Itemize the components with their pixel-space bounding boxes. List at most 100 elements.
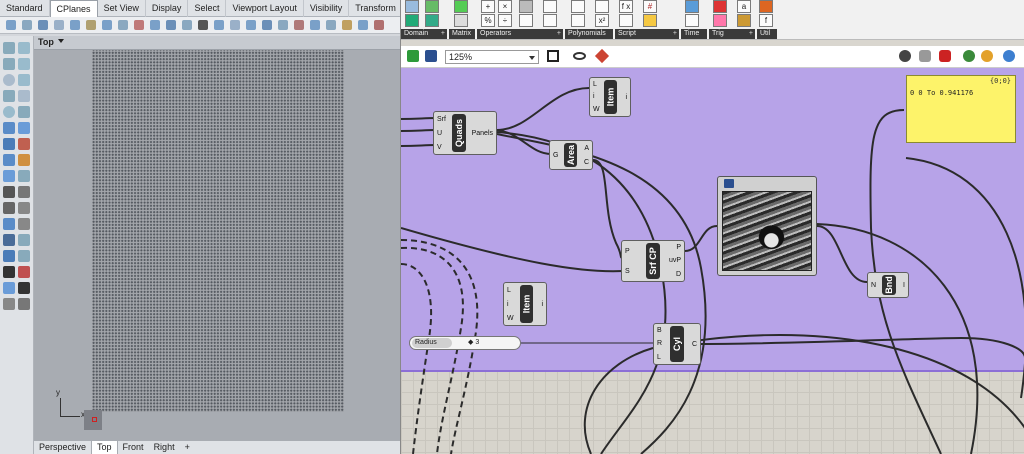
expand-icon[interactable]: + bbox=[441, 29, 445, 39]
tab-transform[interactable]: Transform bbox=[349, 0, 403, 17]
domain-component-icon[interactable] bbox=[425, 0, 439, 13]
operator-icon[interactable] bbox=[519, 14, 533, 27]
cplane-icon[interactable] bbox=[326, 20, 336, 30]
curve-icon[interactable] bbox=[3, 58, 15, 70]
output-centroid[interactable]: C bbox=[584, 159, 589, 166]
cplane-icon[interactable] bbox=[358, 20, 368, 30]
input-v[interactable]: V bbox=[437, 144, 446, 151]
expression-icon[interactable]: f x bbox=[619, 0, 633, 13]
cplane-icon[interactable] bbox=[294, 20, 304, 30]
output-item[interactable]: i bbox=[625, 94, 627, 101]
tab-set-view[interactable]: Set View bbox=[98, 0, 146, 17]
input-geometry[interactable]: G bbox=[553, 152, 558, 159]
bounds-component[interactable]: N Bnd I bbox=[867, 272, 909, 298]
cplane-icon[interactable] bbox=[310, 20, 320, 30]
output-item[interactable]: i bbox=[541, 301, 543, 308]
matrix-component-icon[interactable] bbox=[454, 0, 468, 13]
tab-display[interactable]: Display bbox=[146, 0, 189, 17]
polynomial-icon[interactable] bbox=[571, 14, 585, 27]
boolean-icon[interactable] bbox=[18, 154, 30, 166]
domain-component-icon[interactable] bbox=[405, 0, 419, 13]
grasshopper-canvas[interactable]: Srf U V Quads Panels LiW Item i G Area AC … bbox=[401, 68, 1024, 454]
cplane-icon[interactable] bbox=[86, 20, 96, 30]
input-wrap[interactable]: W bbox=[593, 106, 600, 113]
square-icon[interactable]: x² bbox=[595, 14, 609, 27]
polygon-icon[interactable] bbox=[3, 90, 15, 102]
tab-visibility[interactable]: Visibility bbox=[304, 0, 350, 17]
input-u[interactable]: U bbox=[437, 130, 446, 137]
save-icon[interactable] bbox=[724, 179, 734, 188]
analyze-icon[interactable] bbox=[3, 282, 15, 294]
addition-icon[interactable]: + bbox=[481, 0, 495, 13]
viewport-tab-right[interactable]: Right bbox=[149, 441, 180, 454]
operator-icon[interactable] bbox=[519, 0, 533, 13]
grid-icon[interactable] bbox=[3, 266, 15, 278]
preview-shaded-icon[interactable] bbox=[899, 50, 911, 62]
input-length[interactable]: L bbox=[657, 354, 662, 361]
input-index[interactable]: i bbox=[593, 93, 600, 100]
operator-icon[interactable] bbox=[543, 0, 557, 13]
viewport-title[interactable]: Top bbox=[38, 37, 54, 47]
check-icon[interactable] bbox=[18, 282, 30, 294]
offset-icon[interactable] bbox=[18, 202, 30, 214]
mesh-icon[interactable] bbox=[3, 170, 15, 182]
arc-icon[interactable] bbox=[18, 74, 30, 86]
alpha-icon[interactable]: a bbox=[737, 0, 751, 13]
input-list[interactable]: L bbox=[507, 287, 514, 294]
dimension-icon[interactable] bbox=[3, 218, 15, 230]
tab-select[interactable]: Select bbox=[188, 0, 227, 17]
output-cylinder[interactable]: C bbox=[692, 341, 697, 348]
rectangle-icon[interactable] bbox=[18, 90, 30, 102]
input-base[interactable]: B bbox=[657, 327, 662, 334]
zoom-extents-icon[interactable] bbox=[547, 50, 559, 62]
preview-eye-icon[interactable] bbox=[573, 52, 586, 60]
input-surface[interactable]: S bbox=[625, 268, 630, 275]
cplane-icon[interactable] bbox=[214, 20, 224, 30]
input-index[interactable]: i bbox=[507, 301, 514, 308]
slider-value[interactable]: ◆ 3 bbox=[468, 338, 479, 346]
ellipse-icon[interactable] bbox=[3, 106, 15, 118]
cplane-icon[interactable] bbox=[150, 20, 160, 30]
extrude-icon[interactable] bbox=[3, 154, 15, 166]
input-list[interactable]: L bbox=[593, 81, 600, 88]
viewport-menu-icon[interactable] bbox=[58, 39, 64, 43]
bake-icon[interactable] bbox=[963, 50, 975, 62]
input-numbers[interactable]: N bbox=[871, 282, 876, 289]
cplane-icon[interactable] bbox=[262, 20, 272, 30]
domain-component-icon[interactable] bbox=[425, 14, 439, 27]
tab-standard[interactable]: Standard bbox=[0, 0, 50, 17]
output-interval[interactable]: I bbox=[903, 282, 905, 289]
time-icon[interactable] bbox=[685, 0, 699, 13]
cplane-icon[interactable] bbox=[118, 20, 128, 30]
output-panels[interactable]: Panels bbox=[472, 130, 493, 137]
curve-icon[interactable] bbox=[18, 58, 30, 70]
evaluate-icon[interactable] bbox=[619, 14, 633, 27]
expand-icon[interactable]: + bbox=[673, 29, 677, 39]
radius-slider[interactable]: Radius ◆ 3 bbox=[409, 336, 521, 350]
trig-icon[interactable] bbox=[713, 0, 727, 13]
mirror-icon[interactable] bbox=[18, 234, 30, 246]
expand-icon[interactable]: + bbox=[557, 29, 561, 39]
top-viewport[interactable]: y x bbox=[34, 50, 400, 440]
preview-selected-icon[interactable] bbox=[939, 50, 951, 62]
trig-icon[interactable] bbox=[737, 14, 751, 27]
array-icon[interactable] bbox=[3, 234, 15, 246]
split-icon[interactable] bbox=[18, 186, 30, 198]
cplane-icon[interactable] bbox=[38, 20, 48, 30]
preview-wire-icon[interactable] bbox=[919, 50, 931, 62]
solid-icon[interactable] bbox=[18, 138, 30, 150]
expand-icon[interactable]: + bbox=[749, 29, 753, 39]
operator-icon[interactable] bbox=[543, 14, 557, 27]
input-srf[interactable]: Srf bbox=[437, 116, 446, 123]
cylinder-component[interactable]: BRL Cyl C bbox=[653, 323, 701, 365]
cplane-icon[interactable] bbox=[230, 20, 240, 30]
open-icon[interactable] bbox=[407, 50, 419, 62]
light-icon[interactable] bbox=[18, 250, 30, 262]
fillet-icon[interactable] bbox=[3, 202, 15, 214]
curve-tools-icon[interactable] bbox=[18, 106, 30, 118]
surface-closest-point-component[interactable]: P S Srf CP PuvP D bbox=[621, 240, 685, 282]
ribbon-group-matrix[interactable]: Matrix bbox=[449, 29, 475, 39]
cplane-icon[interactable] bbox=[134, 20, 144, 30]
cplane-icon[interactable] bbox=[166, 20, 176, 30]
cplane-icon[interactable] bbox=[54, 20, 64, 30]
